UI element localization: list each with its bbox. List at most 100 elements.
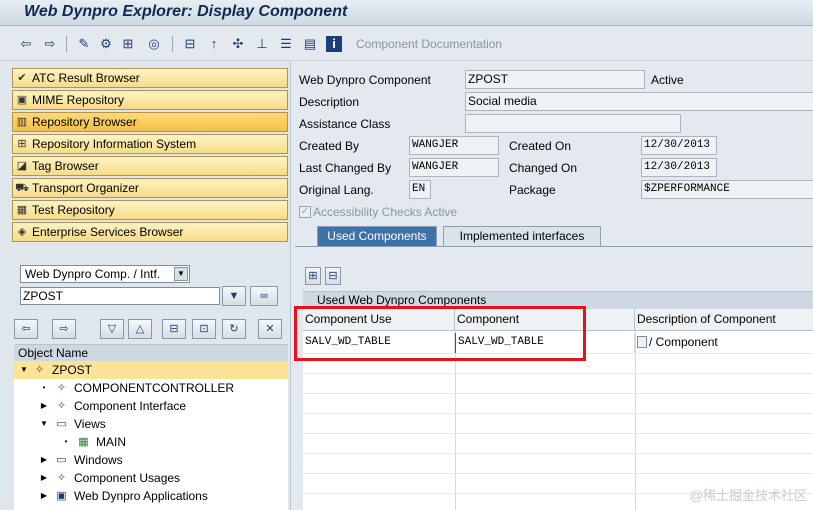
nav-enterprise-services-browser[interactable]: ◈ Enterprise Services Browser bbox=[12, 222, 288, 242]
object-name-input[interactable]: ZPOST bbox=[20, 287, 220, 305]
select-button[interactable]: ⊡ bbox=[192, 319, 216, 339]
tab-implemented-interfaces[interactable]: Implemented interfaces bbox=[443, 226, 601, 246]
mime-icon: ▣ bbox=[16, 94, 28, 106]
bullet-icon: • bbox=[64, 437, 68, 446]
tree-node-main[interactable]: • ▦ MAIN bbox=[14, 433, 288, 451]
table-row-divider bbox=[303, 453, 813, 454]
navigate-icon[interactable]: ✣ bbox=[230, 36, 246, 52]
controller-icon: ✧ bbox=[56, 382, 67, 394]
package-label: Package bbox=[509, 183, 556, 197]
created-on-field[interactable]: 12/30/2013 bbox=[641, 136, 717, 155]
component-label: Web Dynpro Component bbox=[299, 73, 431, 87]
delete-row-icon: ⊟ bbox=[328, 270, 338, 282]
table-row-divider bbox=[303, 413, 813, 414]
nav-atc-result-browser[interactable]: ✔ ATC Result Browser bbox=[12, 68, 288, 88]
chevron-down-icon[interactable]: ▼ bbox=[174, 267, 188, 281]
tree-node-zpost[interactable]: ▼ ✧ ZPOST bbox=[14, 361, 288, 379]
object-type-select[interactable]: Web Dynpro Comp. / Intf. ▼ bbox=[20, 265, 190, 283]
back-arrow-icon[interactable]: ⇦ bbox=[18, 36, 34, 52]
assistance-class-label: Assistance Class bbox=[299, 117, 391, 131]
table-cell-description[interactable]: / Component bbox=[647, 333, 813, 353]
component-documentation-button[interactable]: Component Documentation bbox=[356, 37, 502, 51]
nav-tag-browser[interactable]: ◪ Tag Browser bbox=[12, 156, 288, 176]
nav-repository-browser[interactable]: ▥ Repository Browser bbox=[12, 112, 288, 132]
column-divider bbox=[635, 331, 636, 510]
expand-icon: ▽ bbox=[107, 323, 117, 335]
tree-node-component-usages[interactable]: ▶ ✧ Component Usages bbox=[14, 469, 288, 487]
transport-icon: ⛟ bbox=[15, 182, 29, 194]
tree-node-windows[interactable]: ▶ ▭ Windows bbox=[14, 451, 288, 469]
application-toolbar: ⇦ ⇨ ✎ ⚙ ⊞ ◎ ⊟ ↑ ✣ ⊥ ☰ ▤ i Component Docu… bbox=[0, 27, 813, 61]
activate-icon[interactable]: ↑ bbox=[206, 36, 222, 52]
edit-pencil-icon[interactable]: ✎ bbox=[76, 36, 92, 52]
stack-icon[interactable]: ☰ bbox=[278, 36, 294, 52]
window-title: Web Dynpro Explorer: Display Component bbox=[24, 3, 348, 20]
collapse-all-button[interactable]: △ bbox=[128, 319, 152, 339]
nav-test-repository[interactable]: ▦ Test Repository bbox=[12, 200, 288, 220]
created-on-label: Created On bbox=[509, 139, 572, 153]
folder-icon: ▭ bbox=[56, 454, 67, 466]
changed-on-field[interactable]: 12/30/2013 bbox=[641, 158, 717, 177]
hierarchy-button[interactable]: ⊟ bbox=[162, 319, 186, 339]
delete-row-button[interactable]: ⊟ bbox=[325, 267, 341, 285]
component-icon: ✧ bbox=[34, 364, 45, 376]
forward-arrow-icon: ⇨ bbox=[59, 323, 69, 335]
forward-button[interactable]: ⇨ bbox=[52, 319, 76, 339]
tree-node-componentcontroller[interactable]: • ✧ COMPONENTCONTROLLER bbox=[14, 379, 288, 397]
atc-icon: ✔ bbox=[17, 72, 27, 84]
info-icon[interactable]: i bbox=[326, 36, 342, 52]
tree-node-views[interactable]: ▼ ▭ Views bbox=[14, 415, 288, 433]
tree-icon[interactable]: ⊥ bbox=[254, 36, 270, 52]
navigation-pane: ✔ ATC Result Browser ▣ MIME Repository ▥… bbox=[0, 62, 288, 510]
last-changed-by-field[interactable]: WANGJER bbox=[409, 158, 499, 177]
enterprise-icon: ◈ bbox=[17, 226, 27, 238]
package-field[interactable]: $ZPERFORMANCE bbox=[641, 180, 813, 199]
column-header-description[interactable]: Description of Component bbox=[635, 309, 813, 331]
chevron-right-icon[interactable]: ▶ bbox=[40, 451, 48, 469]
display-change-icon[interactable]: ⚙ bbox=[98, 36, 114, 52]
folder-icon: ▭ bbox=[56, 418, 67, 430]
view-icon: ▦ bbox=[78, 436, 89, 448]
watermark: @稀土掘金技术社区 bbox=[689, 488, 807, 503]
hierarchy-icon[interactable]: ⊟ bbox=[182, 36, 198, 52]
tree-node-component-interface[interactable]: ▶ ✧ Component Interface bbox=[14, 397, 288, 415]
where-used-icon[interactable]: ◎ bbox=[146, 36, 162, 52]
object-tree-icon[interactable]: ⊞ bbox=[120, 36, 136, 52]
dropdown-button[interactable]: ▼ bbox=[222, 286, 246, 306]
accessibility-checkbox[interactable]: ✓ bbox=[299, 206, 311, 218]
chevron-down-icon[interactable]: ▼ bbox=[40, 415, 48, 433]
bullet-icon: • bbox=[42, 383, 46, 392]
table-icon[interactable]: ▤ bbox=[302, 36, 318, 52]
nav-mime-repository[interactable]: ▣ MIME Repository bbox=[12, 90, 288, 110]
insert-row-button[interactable]: ⊞ bbox=[305, 267, 321, 285]
back-button[interactable]: ⇦ bbox=[14, 319, 38, 339]
value-help-icon[interactable] bbox=[637, 336, 647, 348]
chevron-down-icon: ▼ bbox=[228, 290, 240, 302]
highlight-annotation-box bbox=[294, 306, 586, 361]
chevron-right-icon[interactable]: ▶ bbox=[40, 487, 48, 505]
display-glasses-button[interactable]: ∞ bbox=[250, 286, 278, 306]
chevron-down-icon[interactable]: ▼ bbox=[20, 361, 28, 379]
forward-arrow-icon[interactable]: ⇨ bbox=[42, 36, 58, 52]
expand-all-button[interactable]: ▽ bbox=[100, 319, 124, 339]
description-field[interactable]: Social media bbox=[465, 92, 813, 111]
original-language-field[interactable]: EN bbox=[409, 180, 431, 199]
close-tree-button[interactable]: ✕ bbox=[258, 319, 282, 339]
chevron-right-icon[interactable]: ▶ bbox=[40, 469, 48, 487]
table-row-divider bbox=[303, 473, 813, 474]
component-field[interactable]: ZPOST bbox=[465, 70, 645, 89]
nav-repository-information-system[interactable]: ⊞ Repository Information System bbox=[12, 134, 288, 154]
tab-used-components[interactable]: Used Components bbox=[317, 226, 437, 246]
nav-transport-organizer[interactable]: ⛟ Transport Organizer bbox=[12, 178, 288, 198]
tree-node-web-dynpro-applications[interactable]: ▶ ▣ Web Dynpro Applications bbox=[14, 487, 288, 505]
test-icon: ▦ bbox=[16, 204, 28, 216]
glasses-icon: ∞ bbox=[260, 290, 268, 302]
toolbar-separator bbox=[172, 36, 173, 52]
assistance-class-field[interactable] bbox=[465, 114, 681, 133]
usage-icon: ✧ bbox=[56, 472, 67, 484]
refresh-button[interactable]: ↻ bbox=[222, 319, 246, 339]
chevron-right-icon[interactable]: ▶ bbox=[40, 397, 48, 415]
created-by-field[interactable]: WANGJER bbox=[409, 136, 499, 155]
table-row-divider bbox=[303, 433, 813, 434]
changed-on-label: Changed On bbox=[509, 161, 578, 175]
